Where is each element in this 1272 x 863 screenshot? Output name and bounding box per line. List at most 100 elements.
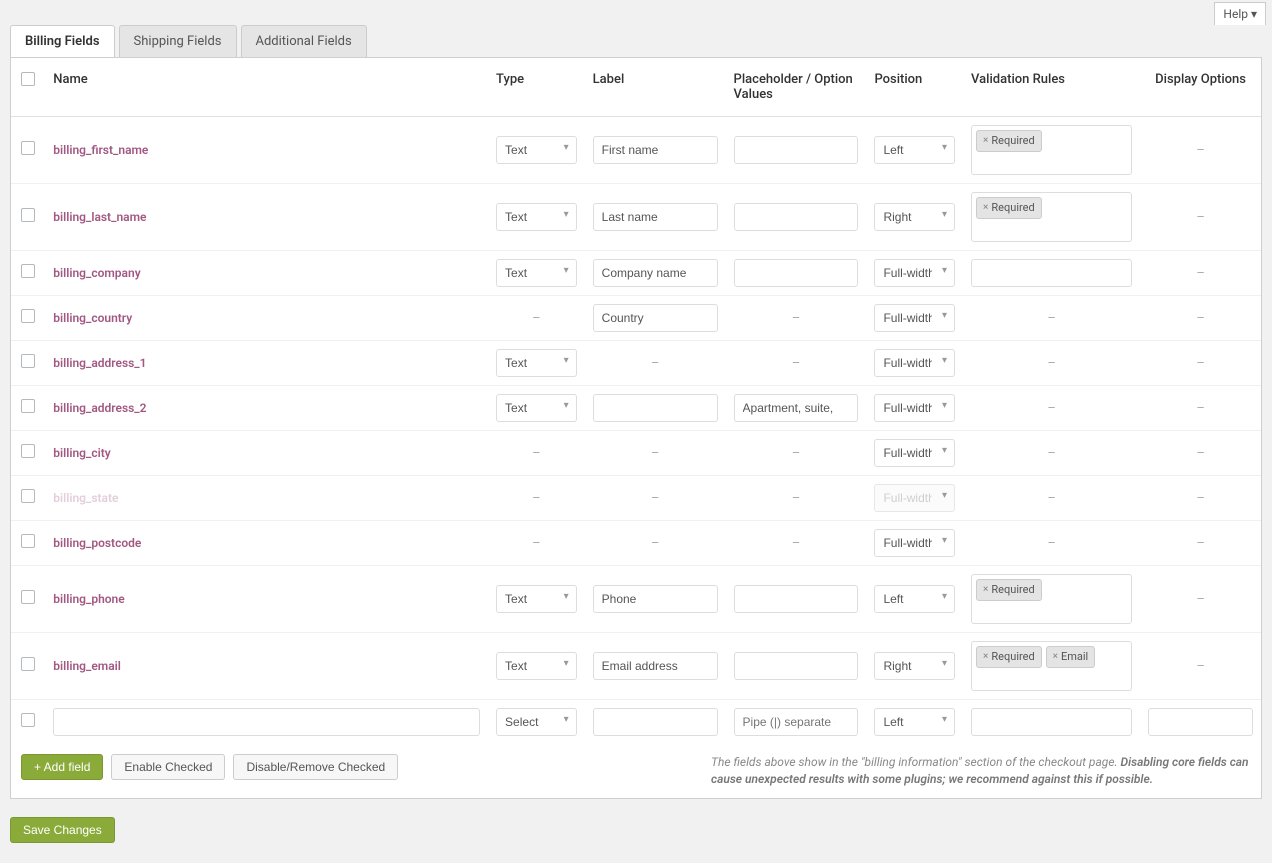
row-checkbox[interactable] [21, 354, 35, 368]
placeholder-input[interactable] [734, 652, 859, 680]
position-select[interactable]: LeftRightFull-width [874, 203, 955, 231]
position-select[interactable]: LeftRightFull-width [874, 349, 955, 377]
tab-additional[interactable]: Additional Fields [241, 25, 367, 57]
label-input[interactable] [593, 259, 718, 287]
type-select[interactable]: TextSelect [496, 349, 577, 377]
tabs: Billing Fields Shipping Fields Additiona… [10, 25, 1262, 57]
validation-tag[interactable]: Required [976, 130, 1042, 152]
row-checkbox[interactable] [21, 309, 35, 323]
dash: – [734, 491, 859, 506]
dash: – [1148, 536, 1253, 551]
label-input[interactable] [593, 394, 718, 422]
validation-rules-input[interactable]: Required [971, 192, 1132, 242]
dash: – [1148, 446, 1253, 461]
table-row: billing_last_name TextSelect LeftRightFull… [11, 184, 1261, 251]
help-tab[interactable]: Help ▾ [1214, 2, 1266, 25]
dash: – [1148, 491, 1253, 506]
validation-rules-input[interactable] [971, 259, 1132, 287]
display-options-input[interactable] [1148, 708, 1253, 736]
position-select[interactable]: LeftRightFull-width [874, 652, 955, 680]
dash: – [734, 311, 859, 326]
new-field-name-input[interactable] [53, 708, 480, 736]
label-input[interactable] [593, 304, 718, 332]
dash: – [971, 491, 1132, 506]
validation-rules-input[interactable]: Required [971, 125, 1132, 175]
tab-billing[interactable]: Billing Fields [10, 25, 115, 57]
field-name-link[interactable]: billing_last_name [53, 210, 146, 224]
type-select[interactable]: TextSelect [496, 259, 577, 287]
dash: – [971, 446, 1132, 461]
table-row: billing_address_2 TextSelect LeftRightFull… [11, 386, 1261, 431]
save-changes-button[interactable]: Save Changes [10, 817, 115, 843]
row-checkbox[interactable] [21, 444, 35, 458]
type-select[interactable]: TextSelect [496, 394, 577, 422]
position-select[interactable]: LeftRightFull-width [874, 304, 955, 332]
col-validation: Validation Rules [963, 58, 1140, 117]
select-all-checkbox[interactable] [21, 72, 35, 86]
add-field-button[interactable]: + Add field [21, 754, 103, 780]
placeholder-input[interactable] [734, 259, 859, 287]
row-checkbox[interactable] [21, 590, 35, 604]
field-name-link[interactable]: billing_address_2 [53, 401, 146, 415]
enable-checked-button[interactable]: Enable Checked [111, 754, 225, 780]
validation-tag[interactable]: Required [976, 579, 1042, 601]
disable-remove-checked-button[interactable]: Disable/Remove Checked [233, 754, 398, 780]
field-name-link[interactable]: billing_company [53, 266, 140, 280]
dash: – [593, 356, 718, 371]
col-display: Display Options [1140, 58, 1261, 117]
field-name-link[interactable]: billing_country [53, 311, 132, 325]
row-checkbox[interactable] [21, 534, 35, 548]
dash: – [734, 356, 859, 371]
validation-tag[interactable]: Required [976, 197, 1042, 219]
field-name-link[interactable]: billing_first_name [53, 143, 148, 157]
validation-tag[interactable]: Email [1046, 646, 1096, 668]
type-select[interactable]: TextSelect [496, 652, 577, 680]
table-row: billing_postcode–––LeftRightFull-width–– [11, 521, 1261, 566]
dash: – [734, 536, 859, 551]
label-input[interactable] [593, 203, 718, 231]
row-checkbox[interactable] [21, 657, 35, 671]
position-select[interactable]: LeftRightFull-width [874, 136, 955, 164]
tab-shipping[interactable]: Shipping Fields [119, 25, 237, 57]
table-row: billing_company TextSelect LeftRightFull-w… [11, 251, 1261, 296]
dash: – [971, 356, 1132, 371]
row-checkbox[interactable] [21, 141, 35, 155]
position-select[interactable]: LeftRightFull-width [874, 259, 955, 287]
row-checkbox[interactable] [21, 489, 35, 503]
label-input[interactable] [593, 585, 718, 613]
label-input[interactable] [593, 708, 718, 736]
placeholder-input[interactable] [734, 394, 859, 422]
placeholder-input[interactable] [734, 203, 859, 231]
label-input[interactable] [593, 136, 718, 164]
placeholder-input[interactable] [734, 585, 859, 613]
validation-rules-input[interactable]: Required [971, 574, 1132, 624]
field-name-link[interactable]: billing_email [53, 659, 121, 673]
row-checkbox[interactable] [21, 264, 35, 278]
type-select[interactable]: TextSelect [496, 585, 577, 613]
type-select[interactable]: TextSelect [496, 136, 577, 164]
position-select[interactable]: LeftRightFull-width [874, 394, 955, 422]
col-type: Type [488, 58, 585, 117]
row-checkbox[interactable] [21, 713, 35, 727]
validation-tag[interactable]: Required [976, 646, 1042, 668]
position-select[interactable]: LeftRightFull-width [874, 439, 955, 467]
placeholder-input[interactable] [734, 708, 859, 736]
position-select[interactable]: LeftRightFull-width [874, 529, 955, 557]
type-select[interactable]: TextSelect [496, 203, 577, 231]
field-name-link[interactable]: billing_address_1 [53, 356, 146, 370]
dash: – [593, 536, 718, 551]
position-select[interactable]: LeftRightFull-width [874, 585, 955, 613]
label-input[interactable] [593, 652, 718, 680]
field-name-link[interactable]: billing_state [53, 491, 118, 505]
validation-rules-input[interactable] [971, 708, 1132, 736]
field-name-link[interactable]: billing_city [53, 446, 110, 460]
type-select[interactable]: TextSelect [496, 708, 577, 736]
dash: – [496, 311, 577, 326]
row-checkbox[interactable] [21, 399, 35, 413]
row-checkbox[interactable] [21, 208, 35, 222]
field-name-link[interactable]: billing_phone [53, 592, 125, 606]
field-name-link[interactable]: billing_postcode [53, 536, 141, 550]
position-select[interactable]: LeftRightFull-width [874, 708, 955, 736]
placeholder-input[interactable] [734, 136, 859, 164]
validation-rules-input[interactable]: RequiredEmail [971, 641, 1132, 691]
